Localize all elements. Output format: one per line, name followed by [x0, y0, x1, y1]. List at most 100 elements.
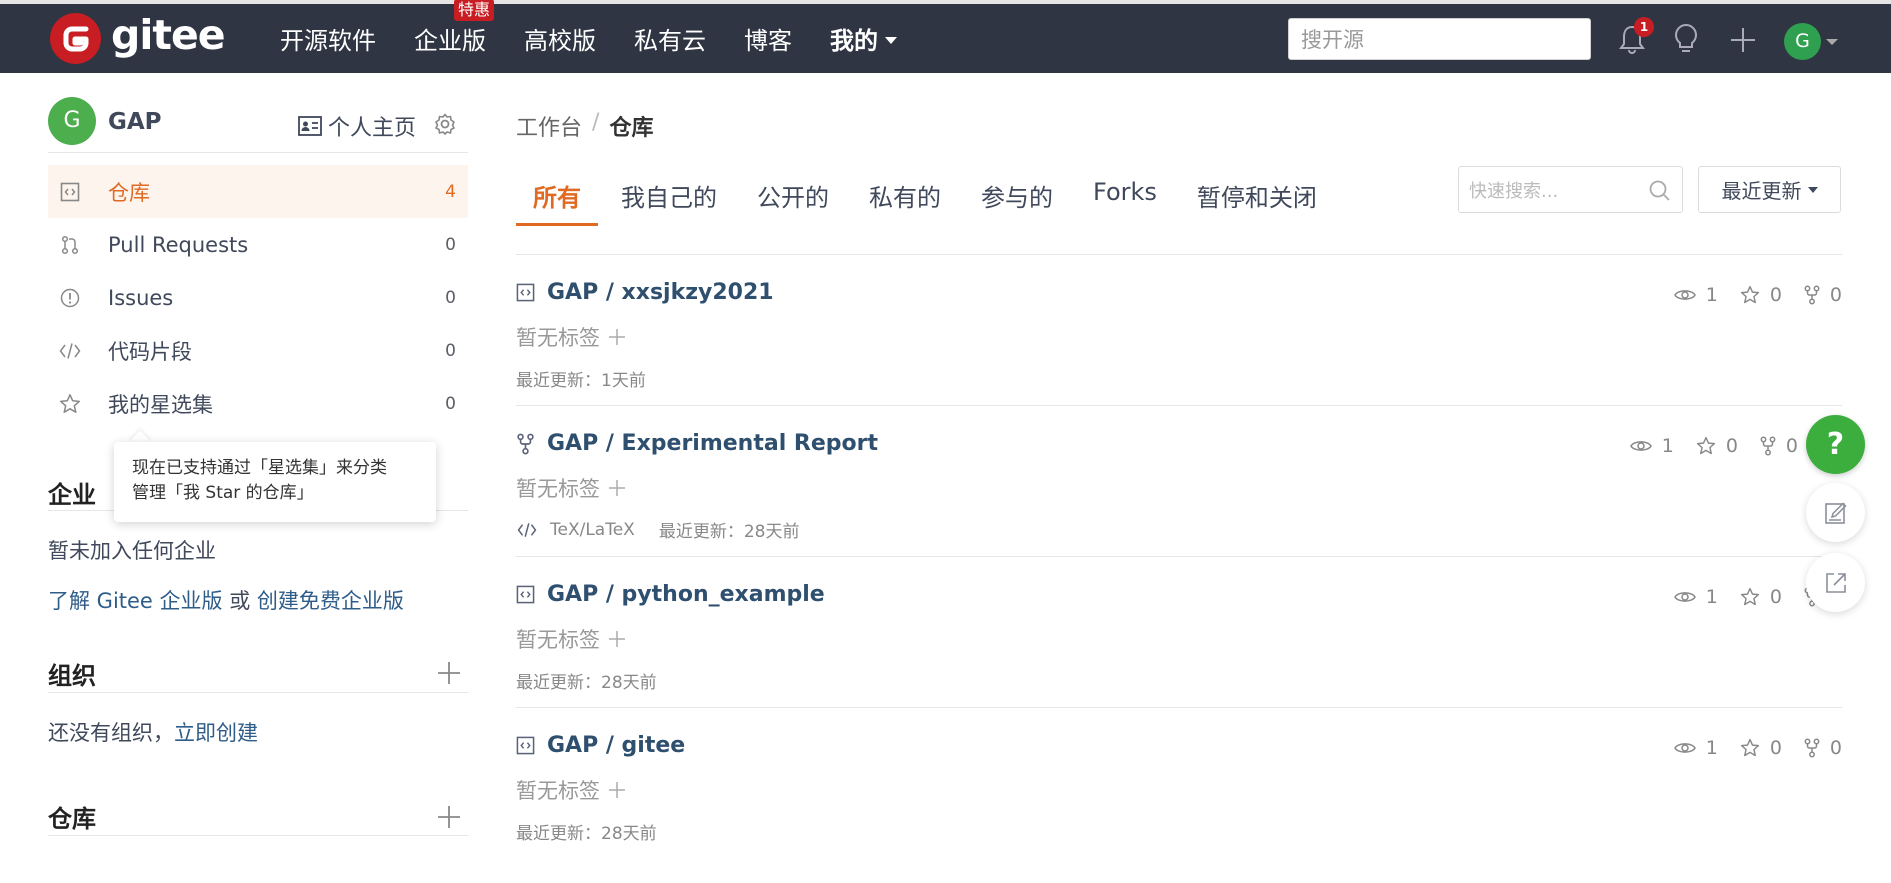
- add-tag-plus-icon[interactable]: [608, 781, 626, 799]
- watch-stat[interactable]: 1: [1629, 435, 1674, 457]
- add-tag-plus-icon[interactable]: [608, 328, 626, 346]
- watch-count: 1: [1705, 284, 1718, 306]
- repo-tags: 暂无标签: [516, 322, 626, 352]
- star-count: 0: [1769, 586, 1782, 608]
- sidebar-item-count: 0: [445, 340, 456, 361]
- fork-stat[interactable]: 0: [1804, 284, 1842, 306]
- fork-stat[interactable]: 0: [1804, 737, 1842, 759]
- nav-link-enterprise[interactable]: 企业版 特惠: [414, 0, 494, 56]
- repo-title-link[interactable]: GAP / gitee: [516, 733, 685, 758]
- repo-filter-tabs: 所有 我自己的 公开的 私有的 参与的 Forks 暂停和关闭: [516, 164, 1340, 226]
- search-input[interactable]: 搜开源: [1288, 18, 1591, 60]
- repo-icon: [516, 283, 535, 302]
- sidebar-item-issues[interactable]: Issues 0: [48, 271, 468, 324]
- tab-private[interactable]: 私有的: [852, 164, 958, 226]
- orgs-empty-line: 还没有组织，立即创建: [48, 717, 258, 747]
- repo-meta: 最近更新：28天前: [516, 668, 657, 693]
- sidebar-item-label: 仓库: [108, 180, 150, 205]
- nav-link-blog[interactable]: 博客: [744, 21, 792, 56]
- breadcrumb-workspace[interactable]: 工作台: [516, 110, 582, 142]
- repo-title-link[interactable]: GAP / xxsjkzy2021: [516, 280, 774, 305]
- sidebar-item-count: 0: [445, 287, 456, 308]
- quick-search-input[interactable]: 快速搜索...: [1458, 166, 1683, 213]
- issue-icon: [58, 288, 82, 308]
- fork-stat[interactable]: 0: [1760, 435, 1798, 457]
- star-stat[interactable]: 0: [1740, 284, 1782, 306]
- share-button[interactable]: [1806, 553, 1865, 612]
- help-button[interactable]: ?: [1806, 415, 1865, 474]
- tab-participated[interactable]: 参与的: [964, 164, 1070, 226]
- orgs-empty-text: 还没有组织，: [48, 721, 174, 745]
- repo-icon: [58, 182, 82, 202]
- divider: [48, 692, 468, 693]
- breadcrumb-current: 仓库: [609, 116, 654, 141]
- section-title-repos: 仓库: [48, 805, 96, 833]
- sort-dropdown[interactable]: 最近更新: [1698, 166, 1841, 213]
- divider: [516, 254, 1842, 255]
- tab-all[interactable]: 所有: [516, 164, 598, 226]
- tooltip-line: 管理「我 Star 的仓库」: [132, 483, 314, 503]
- user-avatar-menu[interactable]: G: [1784, 23, 1821, 60]
- chevron-down-icon: [1807, 186, 1818, 193]
- add-tag-plus-icon[interactable]: [608, 630, 626, 648]
- enterprise-links: 了解 Gitee 企业版 或 创建免费企业版: [48, 585, 404, 615]
- watch-stat[interactable]: 1: [1673, 586, 1718, 608]
- star-stat[interactable]: 0: [1696, 435, 1738, 457]
- gitee-logo[interactable]: gitee: [50, 13, 226, 64]
- add-tag-plus-icon[interactable]: [608, 479, 626, 497]
- repo-meta: 最近更新：28天前: [516, 819, 657, 844]
- tab-mine[interactable]: 我自己的: [604, 164, 734, 226]
- nav-link-private-cloud[interactable]: 私有云: [634, 21, 706, 56]
- repo-tags: 暂无标签: [516, 473, 626, 503]
- sidebar-item-count: 0: [445, 393, 456, 414]
- nav-link-opensource[interactable]: 开源软件: [280, 21, 376, 56]
- sidebar-item-snippets[interactable]: 代码片段 0: [48, 324, 468, 377]
- star-icon: [1696, 436, 1715, 455]
- eye-icon: [1673, 743, 1696, 753]
- tab-forks[interactable]: Forks: [1076, 164, 1174, 226]
- repo-updated: 最近更新：28天前: [658, 522, 800, 542]
- repo-name: GAP / python_example: [547, 582, 825, 607]
- watch-count: 1: [1661, 435, 1674, 457]
- feedback-button[interactable]: [1806, 483, 1865, 542]
- repo-name: GAP / xxsjkzy2021: [547, 280, 774, 305]
- id-card-icon: [298, 116, 322, 136]
- star-stat[interactable]: 0: [1740, 737, 1782, 759]
- repo-title-link[interactable]: GAP / python_example: [516, 582, 825, 607]
- user-name[interactable]: GAP: [108, 109, 162, 135]
- repo-title-link[interactable]: GAP / Experimental Report: [516, 431, 878, 456]
- repo-name: GAP / Experimental Report: [547, 431, 878, 456]
- create-enterprise-link[interactable]: 创建免费企业版: [257, 589, 404, 613]
- star-icon: [58, 393, 82, 415]
- learn-enterprise-link[interactable]: 了解 Gitee 企业版: [48, 589, 223, 613]
- fork-icon: [1760, 436, 1776, 456]
- watch-stat[interactable]: 1: [1673, 737, 1718, 759]
- star-icon: [1740, 738, 1759, 757]
- watch-stat[interactable]: 1: [1673, 284, 1718, 306]
- tab-public[interactable]: 公开的: [740, 164, 846, 226]
- gitee-logo-icon: [50, 13, 101, 64]
- fork-count: 0: [1829, 737, 1842, 759]
- sidebar-item-star-collections[interactable]: 我的星选集 0: [48, 377, 468, 430]
- lightbulb-icon[interactable]: [1673, 23, 1699, 55]
- fork-count: 0: [1785, 435, 1798, 457]
- personal-homepage-link[interactable]: 个人主页: [298, 110, 416, 142]
- sidebar-item-repos[interactable]: 仓库 4: [48, 165, 468, 218]
- divider: [516, 556, 1842, 557]
- nav-link-education[interactable]: 高校版: [524, 21, 596, 56]
- repo-list-item: GAP / gitee 暂无标签 最近更新：28天前 1 0 0: [516, 733, 1842, 883]
- repo-language[interactable]: TeX/LaTeX: [516, 520, 635, 540]
- add-org-plus-icon[interactable]: [437, 661, 461, 685]
- plus-icon[interactable]: [1729, 26, 1757, 54]
- chevron-down-icon[interactable]: [1826, 39, 1838, 45]
- avatar[interactable]: G: [48, 97, 96, 145]
- sidebar-item-pull-requests[interactable]: Pull Requests 0: [48, 218, 468, 271]
- repo-tags-label: 暂无标签: [516, 628, 600, 652]
- star-count: 0: [1769, 284, 1782, 306]
- gear-icon[interactable]: [434, 113, 456, 135]
- add-repo-plus-icon[interactable]: [437, 805, 461, 829]
- star-stat[interactable]: 0: [1740, 586, 1782, 608]
- nav-mine-dropdown[interactable]: 我的: [830, 21, 897, 56]
- create-org-link[interactable]: 立即创建: [174, 721, 258, 745]
- tab-paused-closed[interactable]: 暂停和关闭: [1180, 164, 1334, 226]
